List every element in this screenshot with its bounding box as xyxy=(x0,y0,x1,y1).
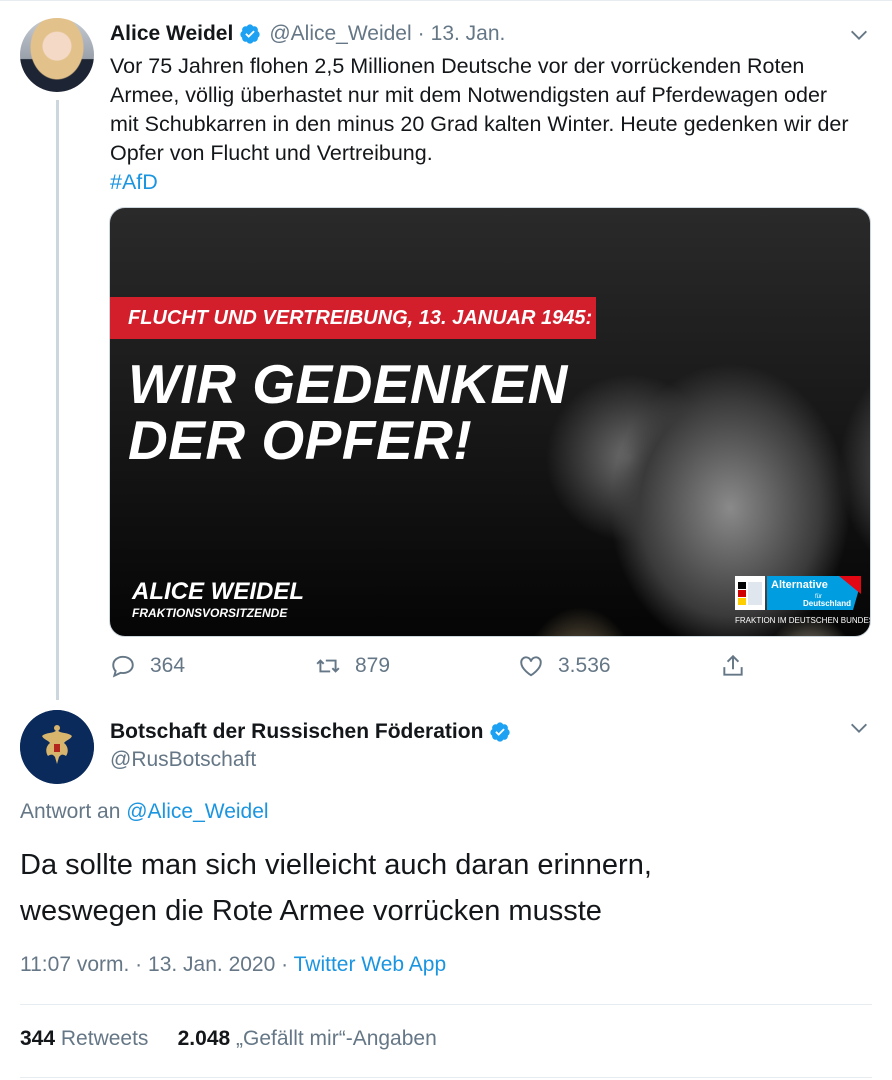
divider xyxy=(20,1077,872,1078)
author-handle[interactable]: @RusBotschaft xyxy=(110,748,256,772)
afd-logo: Alternative für Deutschland xyxy=(735,576,861,610)
like-icon xyxy=(520,656,542,677)
reply-context: Antwort an @Alice_Weidel xyxy=(20,800,269,824)
tweet-text-line1: Da sollte man sich vielleicht auch daran… xyxy=(20,849,652,881)
reply-icon xyxy=(112,655,134,678)
author-name[interactable]: Alice Weidel xyxy=(110,22,233,46)
reply-prefix: Antwort an xyxy=(20,800,121,823)
retweet-button[interactable]: 879 xyxy=(315,650,390,682)
tweet-body: Vor 75 Jahren flohen 2,5 Millionen Deuts… xyxy=(110,54,849,165)
avatar[interactable] xyxy=(20,18,94,92)
like-button[interactable]: 3.536 xyxy=(518,650,611,682)
tweet-header: Alice Weidel @Alice_Weidel · 13. Jan. xyxy=(110,20,505,48)
divider xyxy=(20,1004,872,1005)
media-signature-name: ALICE WEIDEL xyxy=(132,578,304,605)
media-headline: WIR GEDENKEN DER OPFER! xyxy=(128,356,568,468)
media-banner: FLUCHT UND VERTREIBUNG, 13. JANUAR 1945: xyxy=(110,297,596,339)
source-app-link[interactable]: Twitter Web App xyxy=(294,953,447,976)
chevron-down-icon[interactable] xyxy=(848,717,870,739)
tweet-full-date[interactable]: 13. Jan. 2020 xyxy=(148,953,275,976)
tweet-actions-bar: 364 879 3.536 xyxy=(110,650,760,682)
retweet-icon xyxy=(316,659,340,673)
svg-text:Alternative: Alternative xyxy=(771,579,828,591)
separator-dot: · xyxy=(417,22,425,45)
svg-text:Deutschland: Deutschland xyxy=(803,599,851,608)
thread-connector-line xyxy=(56,100,59,700)
reply-count: 364 xyxy=(150,654,186,677)
tweet-header: Botschaft der Russischen Föderation xyxy=(110,717,511,747)
double-eagle-emblem-icon xyxy=(20,710,94,784)
separator-dot: · xyxy=(135,953,143,976)
hashtag-link[interactable]: #AfD xyxy=(110,168,850,197)
media-signature-role: FRAKTIONSVORSITZENDE xyxy=(132,606,288,620)
retweets-stat[interactable]: 344 Retweets xyxy=(20,1027,148,1050)
media-headline-line1: WIR GEDENKEN xyxy=(128,353,568,415)
share-icon xyxy=(723,654,743,676)
engagement-stats: 344 Retweets 2.048 „Gefällt mir“-Angaben xyxy=(20,1027,437,1051)
like-count: 3.536 xyxy=(558,654,611,677)
verified-badge-icon xyxy=(490,722,511,742)
tweet-time[interactable]: 11:07 vorm. xyxy=(20,953,129,976)
afd-logo-caption: FRAKTION IM DEUTSCHEN BUNDESTAG xyxy=(735,616,870,625)
avatar[interactable] xyxy=(20,710,94,784)
reply-button[interactable]: 364 xyxy=(110,650,185,682)
separator-dot: · xyxy=(281,953,289,976)
retweet-count: 879 xyxy=(355,654,391,677)
author-handle[interactable]: @Alice_Weidel xyxy=(269,22,411,46)
share-button[interactable] xyxy=(720,650,746,682)
tweet-text-line2: weswegen die Rote Armee vorrücken musste xyxy=(20,895,602,927)
tweet-meta: 11:07 vorm. · 13. Jan. 2020 · Twitter We… xyxy=(20,953,446,977)
likes-stat[interactable]: 2.048 „Gefällt mir“-Angaben xyxy=(178,1027,437,1050)
verified-badge-icon xyxy=(240,24,260,44)
tweet-text: Da sollte man sich vielleicht auch daran… xyxy=(20,842,870,934)
tweet-text: Vor 75 Jahren flohen 2,5 Millionen Deuts… xyxy=(110,52,850,197)
author-name[interactable]: Botschaft der Russischen Föderation xyxy=(110,720,483,744)
reply-mention-link[interactable]: @Alice_Weidel xyxy=(126,800,268,823)
tweet-date[interactable]: 13. Jan. xyxy=(431,22,506,46)
tweet-media-image[interactable]: FLUCHT UND VERTREIBUNG, 13. JANUAR 1945:… xyxy=(109,207,871,637)
media-headline-line2: DER OPFER! xyxy=(128,409,473,471)
chevron-down-icon[interactable] xyxy=(848,24,870,46)
top-border xyxy=(0,0,892,1)
